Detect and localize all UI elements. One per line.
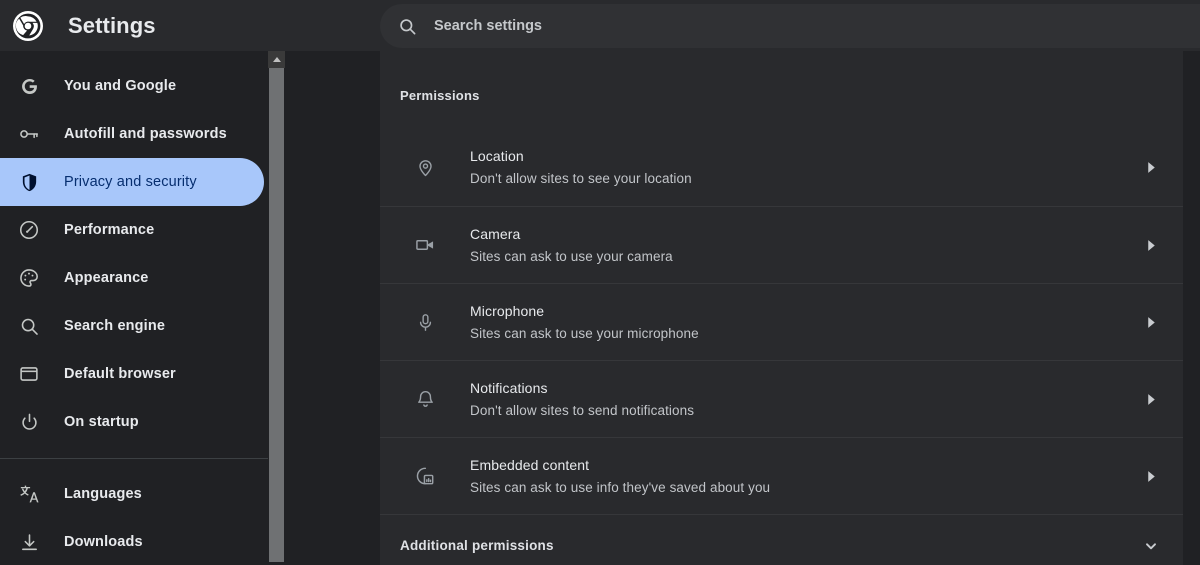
permission-name: Microphone xyxy=(470,302,545,319)
sidebar-item-downloads[interactable]: Downloads xyxy=(0,518,264,565)
permission-description: Don't allow sites to see your location xyxy=(470,171,692,186)
sidebar-item-label: Appearance xyxy=(64,270,149,286)
right-gutter xyxy=(1183,51,1200,565)
chevron-right-icon[interactable] xyxy=(1139,387,1163,411)
search-icon xyxy=(400,18,416,34)
search-bar[interactable] xyxy=(380,4,1200,48)
sidebar: You and Google Autofill and passwords Pr… xyxy=(0,51,268,565)
permission-name: Location xyxy=(470,148,524,164)
key-icon xyxy=(18,123,40,145)
permission-name: Embedded content xyxy=(470,456,590,473)
permission-text: Microphone Sites can ask to use your mic… xyxy=(470,301,1139,344)
sidebar-item-label: Downloads xyxy=(64,534,143,550)
permission-text: Location Don't allow sites to see your l… xyxy=(470,146,1139,189)
sidebar-item-you-and-google[interactable]: You and Google xyxy=(0,62,264,110)
palette-icon xyxy=(18,267,40,289)
sidebar-item-label: Default browser xyxy=(64,366,176,382)
permissions-list: Location Don't allow sites to see your l… xyxy=(380,129,1183,514)
sidebar-item-label: Performance xyxy=(64,222,155,238)
permission-description: Sites can ask to use your microphone xyxy=(470,325,699,341)
sidebar-item-search-engine[interactable]: Search engine xyxy=(0,302,264,350)
sidebar-item-label: You and Google xyxy=(64,78,177,94)
permission-row-microphone[interactable]: Microphone Sites can ask to use your mic… xyxy=(380,283,1183,360)
page-title: Settings xyxy=(68,12,156,38)
chevron-down-icon[interactable] xyxy=(1139,534,1163,558)
translate-icon xyxy=(18,483,40,505)
shield-icon xyxy=(18,171,40,193)
content-gutter xyxy=(285,51,380,565)
magnifier-icon xyxy=(18,315,40,337)
bell-icon xyxy=(413,387,437,411)
sidebar-item-languages[interactable]: Languages xyxy=(0,470,264,518)
permissions-section-title: Permissions xyxy=(400,88,480,103)
power-icon xyxy=(18,411,40,433)
permission-text: Camera Sites can ask to use your camera xyxy=(470,224,1139,267)
chevron-right-icon[interactable] xyxy=(1139,233,1163,257)
speedometer-icon xyxy=(18,219,40,241)
location-pin-icon xyxy=(413,156,437,180)
sidebar-item-appearance[interactable]: Appearance xyxy=(0,254,264,302)
permission-row-notifications[interactable]: Notifications Don't allow sites to send … xyxy=(380,360,1183,437)
settings-window: Settings You and Google xyxy=(0,0,1200,565)
google-g-icon xyxy=(18,75,40,97)
permission-name: Notifications xyxy=(470,379,548,396)
sidebar-item-on-startup[interactable]: On startup xyxy=(0,398,264,446)
sidebar-divider xyxy=(0,458,268,459)
sidebar-item-label: Privacy and security xyxy=(64,174,197,190)
chrome-logo-icon xyxy=(13,10,43,41)
sidebar-item-label: On startup xyxy=(64,414,139,430)
sidebar-item-performance[interactable]: Performance xyxy=(0,206,264,254)
permissions-panel: Permissions Location Don't allow sites t… xyxy=(380,51,1183,565)
video-camera-icon xyxy=(413,233,437,257)
sidebar-item-privacy-and-security[interactable]: Privacy and security xyxy=(0,158,264,206)
permission-description: Don't allow sites to send notifications xyxy=(470,402,695,418)
permission-text: Notifications Don't allow sites to send … xyxy=(470,378,1139,421)
chevron-right-icon[interactable] xyxy=(1139,156,1163,180)
scroll-up-arrow-icon[interactable] xyxy=(268,51,285,68)
permission-description: Sites can ask to use your camera xyxy=(470,248,673,264)
search-input[interactable] xyxy=(434,6,1200,46)
permission-name: Camera xyxy=(470,225,521,242)
permission-row-location[interactable]: Location Don't allow sites to see your l… xyxy=(380,129,1183,206)
embedded-content-icon xyxy=(413,464,437,488)
chevron-right-icon[interactable] xyxy=(1139,310,1163,334)
sidebar-item-label: Autofill and passwords xyxy=(64,126,227,142)
brand-area: Settings xyxy=(0,0,380,51)
top-bar: Settings xyxy=(0,0,1200,51)
scrollbar-thumb[interactable] xyxy=(269,68,284,562)
browser-window-icon xyxy=(18,363,40,385)
additional-permissions-label: Additional permissions xyxy=(400,538,554,553)
permission-text: Embedded content Sites can ask to use in… xyxy=(470,455,1139,498)
permission-row-embedded-content[interactable]: Embedded content Sites can ask to use in… xyxy=(380,437,1183,514)
sidebar-item-autofill-and-passwords[interactable]: Autofill and passwords xyxy=(0,110,264,158)
download-icon xyxy=(18,531,40,553)
sidebar-item-default-browser[interactable]: Default browser xyxy=(0,350,264,398)
additional-permissions-row[interactable]: Additional permissions xyxy=(380,514,1183,565)
sidebar-item-label: Search engine xyxy=(64,318,166,334)
permission-description: Sites can ask to use info they've saved … xyxy=(470,479,771,495)
microphone-icon xyxy=(413,310,437,334)
sidebar-scrollbar-track[interactable] xyxy=(268,51,285,565)
sidebar-item-label: Languages xyxy=(64,486,142,502)
permission-row-camera[interactable]: Camera Sites can ask to use your camera xyxy=(380,206,1183,283)
chevron-right-icon[interactable] xyxy=(1139,464,1163,488)
